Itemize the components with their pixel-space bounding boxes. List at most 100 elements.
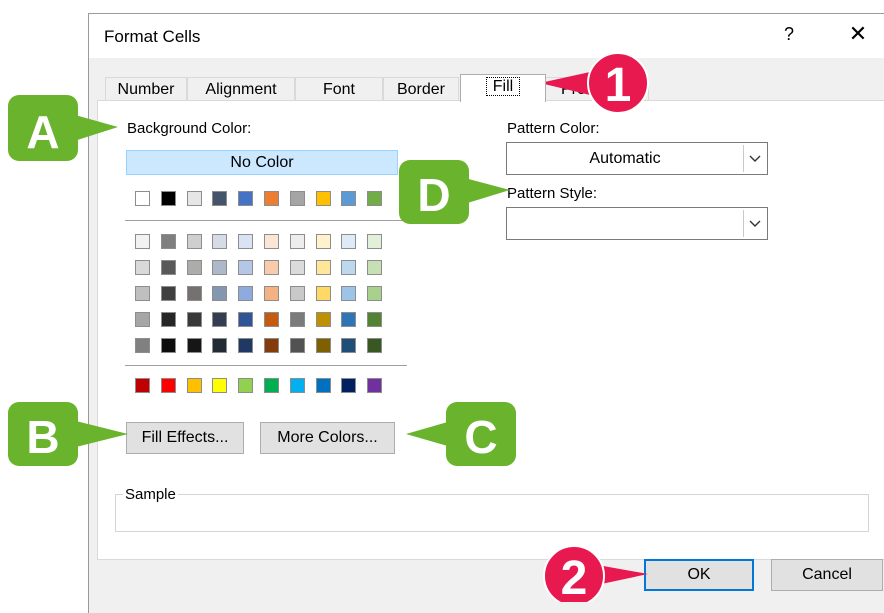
tint-color-swatch[interactable] — [264, 312, 279, 327]
cancel-button[interactable]: Cancel — [771, 559, 883, 591]
tint-color-swatch[interactable] — [341, 338, 356, 353]
tint-color-swatch[interactable] — [316, 260, 331, 275]
standard-color-swatch[interactable] — [161, 378, 176, 393]
standard-color-swatch[interactable] — [135, 378, 150, 393]
callout-c-letter: C — [464, 411, 497, 463]
pattern-style-dropdown[interactable] — [506, 207, 768, 240]
tint-color-swatch[interactable] — [264, 286, 279, 301]
tab-strip: Number Alignment Font Border Protection … — [89, 74, 884, 102]
callout-d-letter: D — [417, 169, 450, 221]
callout-2-number: 2 — [561, 552, 588, 602]
tint-color-swatch[interactable] — [290, 234, 305, 249]
tint-color-swatch[interactable] — [161, 338, 176, 353]
standard-color-swatch[interactable] — [264, 378, 279, 393]
palette-divider — [125, 365, 407, 366]
tint-color-swatch[interactable] — [212, 286, 227, 301]
background-color-label: Background Color: — [127, 120, 252, 137]
close-button[interactable]: ✕ — [846, 22, 870, 46]
tint-color-swatch[interactable] — [135, 260, 150, 275]
standard-color-swatch[interactable] — [367, 378, 382, 393]
tint-color-swatch[interactable] — [212, 338, 227, 353]
ok-button[interactable]: OK — [644, 559, 754, 591]
standard-color-swatch[interactable] — [290, 378, 305, 393]
tint-color-swatch[interactable] — [187, 234, 202, 249]
tint-color-swatch[interactable] — [187, 286, 202, 301]
theme-color-swatch[interactable] — [341, 191, 356, 206]
tab-border[interactable]: Border — [383, 77, 459, 101]
tint-color-swatch[interactable] — [264, 234, 279, 249]
no-color-button[interactable]: No Color — [126, 150, 398, 175]
tint-color-swatch[interactable] — [290, 260, 305, 275]
tint-color-swatch[interactable] — [316, 338, 331, 353]
tint-color-swatch[interactable] — [264, 260, 279, 275]
pattern-color-value: Automatic — [589, 150, 661, 167]
format-cells-dialog: Format Cells ? ✕ Number Alignment Font B… — [88, 13, 884, 613]
tint-color-swatch[interactable] — [238, 260, 253, 275]
callout-d: D — [399, 160, 510, 224]
tint-color-swatch[interactable] — [135, 234, 150, 249]
callout-a: A — [8, 95, 118, 161]
tint-color-swatch[interactable] — [135, 312, 150, 327]
theme-color-swatch[interactable] — [238, 191, 253, 206]
chevron-down-icon[interactable] — [743, 210, 765, 237]
tint-color-swatch[interactable] — [290, 286, 305, 301]
tint-color-swatch[interactable] — [341, 260, 356, 275]
theme-color-swatch[interactable] — [264, 191, 279, 206]
tint-color-swatch[interactable] — [135, 338, 150, 353]
tint-color-swatch[interactable] — [212, 260, 227, 275]
more-colors-button[interactable]: More Colors... — [260, 422, 395, 454]
theme-color-swatch[interactable] — [290, 191, 305, 206]
tint-color-swatch[interactable] — [316, 286, 331, 301]
tint-color-swatch[interactable] — [161, 260, 176, 275]
tint-color-swatch[interactable] — [187, 260, 202, 275]
tab-alignment[interactable]: Alignment — [187, 77, 295, 101]
theme-color-swatch[interactable] — [187, 191, 202, 206]
tab-fill[interactable]: Fill — [460, 74, 546, 102]
tint-color-swatch[interactable] — [161, 234, 176, 249]
theme-color-swatch[interactable] — [161, 191, 176, 206]
standard-color-swatch[interactable] — [316, 378, 331, 393]
callout-2: 2 — [543, 545, 648, 602]
tint-color-swatch[interactable] — [238, 312, 253, 327]
tint-color-swatch[interactable] — [290, 312, 305, 327]
fill-effects-button[interactable]: Fill Effects... — [126, 422, 244, 454]
tint-color-swatch[interactable] — [161, 312, 176, 327]
tint-color-swatch[interactable] — [238, 234, 253, 249]
tint-color-swatch[interactable] — [238, 286, 253, 301]
tint-color-swatch[interactable] — [367, 260, 382, 275]
dialog-title: Format Cells — [104, 27, 201, 46]
standard-color-swatch[interactable] — [187, 378, 202, 393]
tint-color-swatch[interactable] — [367, 286, 382, 301]
standard-color-swatch[interactable] — [238, 378, 253, 393]
chevron-down-icon[interactable] — [743, 145, 765, 172]
title-bar: Format Cells ? ✕ — [89, 14, 884, 58]
tint-color-swatch[interactable] — [212, 312, 227, 327]
tint-color-swatch[interactable] — [135, 286, 150, 301]
standard-color-swatch[interactable] — [341, 378, 356, 393]
theme-color-swatch[interactable] — [135, 191, 150, 206]
standard-color-swatch[interactable] — [212, 378, 227, 393]
pattern-color-dropdown[interactable]: Automatic — [506, 142, 768, 175]
tint-color-swatch[interactable] — [341, 234, 356, 249]
help-button[interactable]: ? — [779, 24, 799, 45]
tab-font[interactable]: Font — [295, 77, 383, 101]
tint-color-swatch[interactable] — [290, 338, 305, 353]
theme-color-swatch[interactable] — [316, 191, 331, 206]
tint-color-swatch[interactable] — [212, 234, 227, 249]
tint-color-swatch[interactable] — [341, 286, 356, 301]
pattern-style-label: Pattern Style: — [507, 185, 598, 202]
theme-color-swatch[interactable] — [212, 191, 227, 206]
tint-color-swatch[interactable] — [187, 312, 202, 327]
tint-color-swatch[interactable] — [367, 234, 382, 249]
tint-color-swatch[interactable] — [316, 234, 331, 249]
tint-color-swatch[interactable] — [264, 338, 279, 353]
callout-1-number: 1 — [605, 59, 632, 112]
tint-color-swatch[interactable] — [367, 312, 382, 327]
tint-color-swatch[interactable] — [341, 312, 356, 327]
tint-color-swatch[interactable] — [367, 338, 382, 353]
tint-color-swatch[interactable] — [238, 338, 253, 353]
tint-color-swatch[interactable] — [316, 312, 331, 327]
theme-color-swatch[interactable] — [367, 191, 382, 206]
tint-color-swatch[interactable] — [187, 338, 202, 353]
tint-color-swatch[interactable] — [161, 286, 176, 301]
